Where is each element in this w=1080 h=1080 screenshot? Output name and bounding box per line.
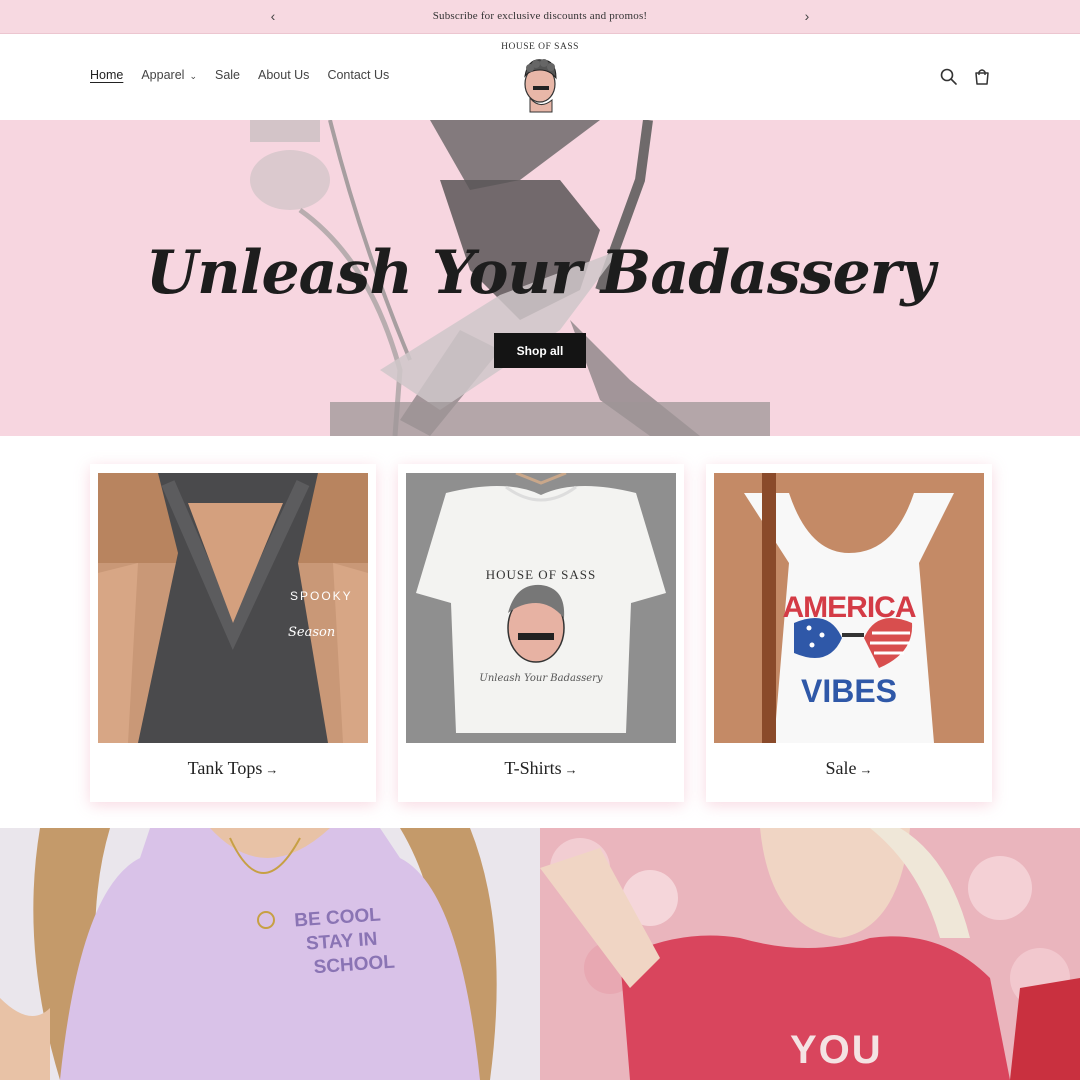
hero-title: Unleash Your Badassery (145, 238, 935, 308)
bust-logo-icon (524, 59, 557, 113)
chevron-down-icon: ⌄ (189, 70, 197, 81)
chevron-right-icon[interactable]: › (798, 7, 816, 25)
promo-image-you[interactable]: YOU (540, 828, 1080, 1080)
arrow-right-icon: → (265, 762, 279, 777)
promo-image-be-cool[interactable]: BE COOL STAY IN SCHOOL (0, 828, 540, 1080)
announcement-message[interactable]: Subscribe for exclusive discounts and pr… (0, 10, 1080, 22)
hero-banner: Unleash Your Badassery Shop all (0, 120, 1080, 436)
collection-title-sale: Sale → (825, 758, 873, 778)
collection-title-t-shirts: T-Shirts → (504, 758, 578, 778)
tank-print-line2: Season (288, 625, 336, 640)
arrow-right-icon: → (859, 762, 873, 777)
site-header: Home Apparel ⌄ Sale About Us Contact Us H… (0, 34, 1080, 120)
collection-card-t-shirts[interactable]: HOUSE OF SASS Unleash Your Badassery T-S… (398, 464, 684, 802)
nav-contact-us[interactable]: Contact Us (327, 68, 389, 82)
nav-home[interactable]: Home (90, 68, 123, 82)
collection-image-tank-tops: SPOOKY Season (98, 473, 368, 743)
nav-about-us[interactable]: About Us (258, 68, 309, 82)
t-shirt-print-top: HOUSE OF SASS (485, 567, 597, 582)
collection-list: SPOOKY Season Tank Tops → HOUSE OF SASS U… (0, 436, 1080, 828)
collection-card-sale[interactable]: AMERICA VIBES Sale → (706, 464, 992, 802)
banner-print-you: YOU (790, 1028, 883, 1072)
t-shirt-print-bottom: Unleash Your Badassery (479, 673, 603, 684)
shop-all-button[interactable]: Shop all (494, 333, 586, 368)
collection-image-t-shirts: HOUSE OF SASS Unleash Your Badassery (406, 473, 676, 743)
nav-sale[interactable]: Sale (215, 68, 240, 82)
tank-print-line1: SPOOKY (290, 589, 353, 603)
arrow-right-icon: → (564, 762, 578, 777)
site-logo[interactable]: HOUSE OF SASS (500, 40, 580, 116)
search-icon[interactable] (938, 66, 960, 88)
announcement-bar: ‹ Subscribe for exclusive discounts and … (0, 0, 1080, 34)
nav-apparel[interactable]: Apparel ⌄ (141, 68, 197, 82)
main-nav: Home Apparel ⌄ Sale About Us Contact Us (90, 68, 389, 82)
collection-image-sale: AMERICA VIBES (714, 473, 984, 743)
collection-card-tank-tops[interactable]: SPOOKY Season Tank Tops → (90, 464, 376, 802)
sale-print-top: AMERICA (782, 591, 917, 624)
collection-title-tank-tops: Tank Tops → (187, 758, 279, 778)
cart-icon[interactable] (971, 66, 993, 88)
banner-print-text: BE COOL STAY IN SCHOOL (293, 904, 396, 979)
sale-print-bottom: VIBES (800, 673, 898, 709)
